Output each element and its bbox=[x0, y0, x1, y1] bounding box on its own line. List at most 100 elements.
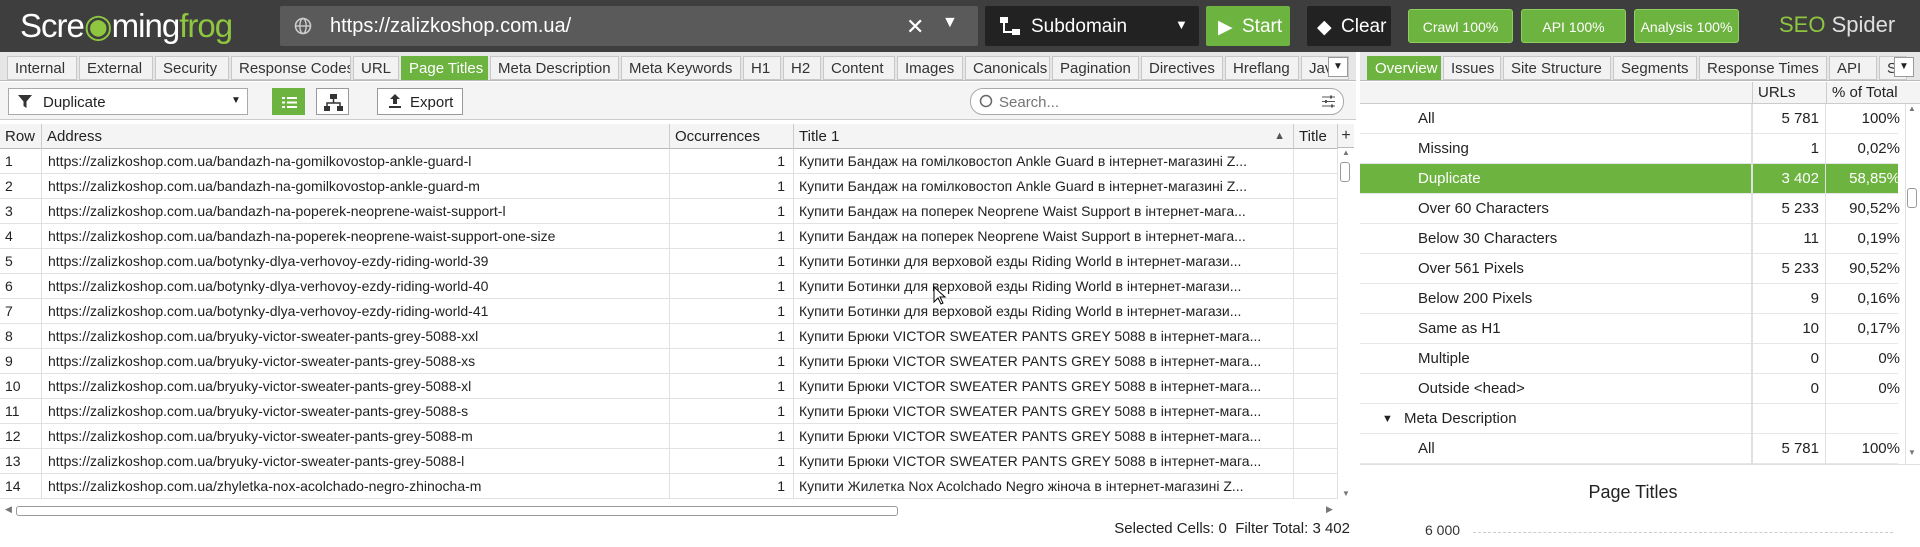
tab-meta-keywords[interactable]: Meta Keywords bbox=[621, 56, 741, 80]
overview-row-label: All bbox=[1360, 104, 1752, 134]
overview-row[interactable]: Same as H1 10 0,17% bbox=[1360, 314, 1906, 344]
tab-h2[interactable]: H2 bbox=[783, 56, 821, 80]
more-tabs-dropdown-icon[interactable]: ▼ bbox=[1328, 57, 1348, 77]
tab-security[interactable]: Security bbox=[155, 56, 229, 80]
crawl-progress-button[interactable]: Crawl 100% bbox=[1408, 9, 1513, 43]
scroll-thumb[interactable] bbox=[1340, 162, 1350, 182]
table-row[interactable]: 4 https://zalizkoshop.com.ua/bandazh-na-p… bbox=[0, 224, 1338, 249]
more-tabs-dropdown-icon[interactable]: ▼ bbox=[1894, 57, 1914, 77]
table-row[interactable]: 9 https://zalizkoshop.com.ua/bryuky-victo… bbox=[0, 349, 1338, 374]
overview-row[interactable]: Over 60 Characters 5 233 90,52% bbox=[1360, 194, 1906, 224]
table-row[interactable]: 2 https://zalizkoshop.com.ua/bandazh-na-g… bbox=[0, 174, 1338, 199]
table-horizontal-scrollbar[interactable]: ◀ ▶ bbox=[0, 504, 1338, 518]
analysis-progress-button[interactable]: Analysis 100% bbox=[1634, 9, 1739, 43]
scroll-thumb[interactable] bbox=[16, 506, 898, 516]
export-button[interactable]: Export bbox=[377, 88, 463, 115]
search-settings-icon[interactable] bbox=[1321, 94, 1336, 109]
tab-content[interactable]: Content bbox=[823, 56, 895, 80]
overview-row[interactable]: Duplicate 3 402 58,85% bbox=[1360, 164, 1906, 194]
overview-scrollbar[interactable]: ▲ ▼ bbox=[1906, 104, 1920, 459]
column-header-percent[interactable]: % of Total bbox=[1826, 82, 1906, 104]
cell-occurrences: 1 bbox=[670, 199, 794, 224]
search-input[interactable] bbox=[999, 92, 1299, 112]
overview-row-label: All bbox=[1360, 434, 1752, 464]
overview-row[interactable]: All 5 781 100% bbox=[1360, 434, 1906, 464]
table-row[interactable]: 13 https://zalizkoshop.com.ua/bryuky-vict… bbox=[0, 449, 1338, 474]
tab-internal[interactable]: Internal bbox=[7, 56, 77, 80]
overview-row-percent: 0,19% bbox=[1826, 224, 1906, 254]
clear-url-icon[interactable]: ✕ bbox=[906, 14, 924, 40]
url-bar[interactable]: ✕ ▼ bbox=[280, 6, 978, 46]
column-header-occurrences[interactable]: Occurrences bbox=[670, 124, 794, 149]
tree-view-button[interactable] bbox=[316, 88, 349, 115]
table-row[interactable]: 12 https://zalizkoshop.com.ua/bryuky-vict… bbox=[0, 424, 1338, 449]
globe-icon bbox=[294, 17, 312, 35]
tab-url[interactable]: URL bbox=[353, 56, 399, 80]
tab-segments[interactable]: Segments bbox=[1613, 56, 1697, 80]
tab-pagination[interactable]: Pagination bbox=[1052, 56, 1139, 80]
overview-row[interactable]: Below 200 Pixels 9 0,16% bbox=[1360, 284, 1906, 314]
table-row[interactable]: 8 https://zalizkoshop.com.ua/bryuky-victo… bbox=[0, 324, 1338, 349]
overview-row[interactable]: Outside <head> 0 0% bbox=[1360, 374, 1906, 404]
overview-row[interactable]: Below 30 Characters 11 0,19% bbox=[1360, 224, 1906, 254]
list-view-button[interactable] bbox=[272, 88, 305, 115]
collapse-icon[interactable]: ▼ bbox=[1382, 404, 1393, 434]
overview-group-row[interactable]: Meta Description ▼ bbox=[1360, 404, 1906, 434]
tab-images[interactable]: Images bbox=[897, 56, 963, 80]
cell-title-1: Купити Бандаж на поперек Neoprene Waist … bbox=[794, 199, 1294, 224]
filter-select[interactable]: Duplicate ▼ bbox=[8, 88, 248, 115]
scroll-down-icon[interactable]: ▼ bbox=[1342, 489, 1350, 498]
url-input[interactable] bbox=[330, 6, 890, 46]
tab-hreflang[interactable]: Hreflang bbox=[1225, 56, 1299, 80]
tab-canonicals[interactable]: Canonicals bbox=[965, 56, 1050, 80]
table-row[interactable]: 10 https://zalizkoshop.com.ua/bryuky-vict… bbox=[0, 374, 1338, 399]
tab-issues[interactable]: Issues bbox=[1443, 56, 1501, 80]
tab-directives[interactable]: Directives bbox=[1141, 56, 1223, 80]
table-row[interactable]: 7 https://zalizkoshop.com.ua/botynky-dlya… bbox=[0, 299, 1338, 324]
table-row[interactable]: 6 https://zalizkoshop.com.ua/botynky-dlya… bbox=[0, 274, 1338, 299]
scroll-thumb[interactable] bbox=[1907, 188, 1917, 208]
start-button[interactable]: ▶ Start bbox=[1206, 6, 1290, 46]
table-row[interactable]: 3 https://zalizkoshop.com.ua/bandazh-na-p… bbox=[0, 199, 1338, 224]
scroll-right-icon[interactable]: ▶ bbox=[1326, 504, 1333, 515]
tab-response-times[interactable]: Response Times bbox=[1699, 56, 1827, 80]
crawl-mode-select[interactable]: Subdomain ▼ bbox=[985, 6, 1199, 46]
search-box[interactable] bbox=[970, 88, 1344, 115]
scroll-up-icon[interactable]: ▲ bbox=[1342, 148, 1350, 157]
api-progress-button[interactable]: API 100% bbox=[1521, 9, 1626, 43]
column-header-title-1-length[interactable]: Title 1 bbox=[1294, 124, 1338, 149]
tab-response-codes[interactable]: Response Codes bbox=[231, 56, 351, 80]
column-header-urls[interactable]: URLs bbox=[1752, 82, 1812, 104]
table-row[interactable]: 11 https://zalizkoshop.com.ua/bryuky-vict… bbox=[0, 399, 1338, 424]
sort-ascending-icon: ▲ bbox=[1274, 130, 1285, 142]
clear-button[interactable]: ◆ Clear bbox=[1307, 6, 1391, 46]
table-vertical-scrollbar[interactable]: ▲ ▼ bbox=[1338, 148, 1352, 500]
overview-row-label: Multiple bbox=[1360, 344, 1752, 374]
scroll-left-icon[interactable]: ◀ bbox=[5, 504, 12, 515]
table-row[interactable]: 5 https://zalizkoshop.com.ua/botynky-dlya… bbox=[0, 249, 1338, 274]
cell-title-1-length bbox=[1294, 299, 1338, 324]
tab-overview[interactable]: Overview bbox=[1367, 56, 1441, 80]
screaming-frog-logo: Scre◉mingfrog bbox=[20, 7, 233, 44]
overview-row[interactable]: Missing 1 0,02% bbox=[1360, 134, 1906, 164]
column-header-row[interactable]: Row bbox=[0, 124, 42, 149]
url-history-dropdown-icon[interactable]: ▼ bbox=[942, 14, 958, 32]
add-column-icon[interactable]: + bbox=[1338, 124, 1354, 148]
scroll-down-icon[interactable]: ▼ bbox=[1908, 448, 1916, 457]
tab-page-titles[interactable]: Page Titles bbox=[401, 56, 488, 80]
column-header-title-1[interactable]: Title 1 ▲ bbox=[794, 124, 1294, 149]
overview-row-label: Below 200 Pixels bbox=[1360, 284, 1752, 314]
overview-row[interactable]: Multiple 0 0% bbox=[1360, 344, 1906, 374]
cell-row-number: 14 bbox=[0, 474, 42, 499]
tab-h1[interactable]: H1 bbox=[743, 56, 781, 80]
overview-row[interactable]: All 5 781 100% bbox=[1360, 104, 1906, 134]
overview-row[interactable]: Over 561 Pixels 5 233 90,52% bbox=[1360, 254, 1906, 284]
tab-api[interactable]: API bbox=[1829, 56, 1877, 80]
table-row[interactable]: 14 https://zalizkoshop.com.ua/zhyletka-no… bbox=[0, 474, 1338, 499]
column-header-address[interactable]: Address bbox=[42, 124, 670, 149]
table-row[interactable]: 1 https://zalizkoshop.com.ua/bandazh-na-g… bbox=[0, 149, 1338, 174]
scroll-up-icon[interactable]: ▲ bbox=[1908, 104, 1916, 113]
tab-site-structure[interactable]: Site Structure bbox=[1503, 56, 1611, 80]
tab-meta-description[interactable]: Meta Description bbox=[490, 56, 619, 80]
tab-external[interactable]: External bbox=[79, 56, 153, 80]
